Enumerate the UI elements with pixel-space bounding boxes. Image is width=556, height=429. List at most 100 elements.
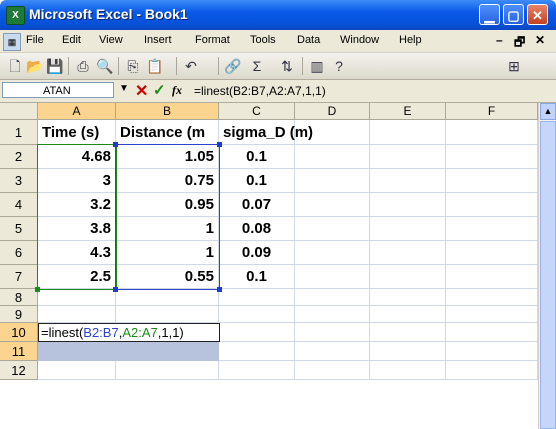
cell-d12[interactable]: [295, 361, 370, 380]
cell-c8[interactable]: [219, 289, 295, 306]
cell-d10[interactable]: [295, 323, 370, 342]
cell-c4[interactable]: 0.07: [219, 193, 295, 217]
scroll-up-icon[interactable]: ▲: [540, 103, 556, 120]
cell-d2[interactable]: [295, 145, 370, 169]
column-header-f[interactable]: F: [446, 103, 538, 120]
row-header-6[interactable]: 6: [0, 241, 38, 265]
cell-f5[interactable]: [446, 217, 538, 241]
title-bar[interactable]: X Microsoft Excel - Book1 ▁ ▢ ✕: [0, 0, 556, 30]
cell-f9[interactable]: [446, 306, 538, 323]
cell-c10[interactable]: [219, 323, 295, 342]
cell-e12[interactable]: [370, 361, 446, 380]
cell-d8[interactable]: [295, 289, 370, 306]
row-header-10[interactable]: 10: [0, 323, 38, 342]
cell-d3[interactable]: [295, 169, 370, 193]
cell-f6[interactable]: [446, 241, 538, 265]
undo-icon[interactable]: ↶: [182, 57, 200, 75]
range-handle[interactable]: [35, 287, 40, 292]
menu-window[interactable]: Window: [340, 34, 379, 46]
name-box[interactable]: ATAN: [2, 82, 114, 98]
cell-f7[interactable]: [446, 265, 538, 289]
row-header-3[interactable]: 3: [0, 169, 38, 193]
menu-insert[interactable]: Insert: [144, 34, 172, 46]
range-handle[interactable]: [217, 287, 222, 292]
cell-d4[interactable]: [295, 193, 370, 217]
print-icon[interactable]: ⎙: [74, 57, 92, 75]
cell-d1[interactable]: [295, 120, 370, 145]
row-header-7[interactable]: 7: [0, 265, 38, 289]
cell-e7[interactable]: [370, 265, 446, 289]
cell-e9[interactable]: [370, 306, 446, 323]
cell-a12[interactable]: [38, 361, 116, 380]
row-header-1[interactable]: 1: [0, 120, 38, 145]
cell-e5[interactable]: [370, 217, 446, 241]
maximize-button[interactable]: ▢: [503, 4, 524, 25]
cell-c5[interactable]: 0.08: [219, 217, 295, 241]
cell-b12[interactable]: [116, 361, 219, 380]
row-header-5[interactable]: 5: [0, 217, 38, 241]
range-handle[interactable]: [217, 142, 222, 147]
open-icon[interactable]: 📂: [26, 57, 44, 75]
range-handle[interactable]: [113, 287, 118, 292]
vertical-scrollbar[interactable]: ▲: [538, 103, 556, 429]
cell-f4[interactable]: [446, 193, 538, 217]
scrollbar-thumb[interactable]: [540, 121, 556, 429]
cell-f3[interactable]: [446, 169, 538, 193]
research-icon[interactable]: 🔍: [96, 57, 114, 75]
cell-c1[interactable]: sigma_D (m): [219, 120, 313, 145]
cell-c9[interactable]: [219, 306, 295, 323]
cell-f12[interactable]: [446, 361, 538, 380]
cell-f8[interactable]: [446, 289, 538, 306]
column-header-e[interactable]: E: [370, 103, 446, 120]
cell-b9[interactable]: [116, 306, 219, 323]
cell-e1[interactable]: [370, 120, 446, 145]
cell-c3[interactable]: 0.1: [219, 169, 295, 193]
column-header-c[interactable]: C: [219, 103, 295, 120]
excel-icon[interactable]: X: [6, 6, 25, 25]
sort-ascending-icon[interactable]: ⇅: [278, 57, 296, 75]
copy-icon[interactable]: ⎘: [124, 57, 142, 75]
close-button[interactable]: ✕: [527, 4, 548, 25]
cell-f1[interactable]: [446, 120, 538, 145]
cell-d7[interactable]: [295, 265, 370, 289]
select-all-corner[interactable]: [0, 103, 38, 120]
new-icon[interactable]: 🗋: [6, 57, 24, 75]
autosum-icon[interactable]: Σ: [248, 57, 266, 75]
cell-d6[interactable]: [295, 241, 370, 265]
cell-a1[interactable]: Time (s): [38, 120, 116, 145]
cell-f10[interactable]: [446, 323, 538, 342]
menu-data[interactable]: Data: [297, 34, 320, 46]
menu-file[interactable]: File: [26, 34, 44, 46]
cell-a8[interactable]: [38, 289, 116, 306]
row-header-8[interactable]: 8: [0, 289, 38, 306]
minimize-button[interactable]: ▁: [479, 4, 500, 25]
borders-icon[interactable]: ⊞: [505, 57, 523, 75]
cell-c7[interactable]: 0.1: [219, 265, 295, 289]
cell-e3[interactable]: [370, 169, 446, 193]
row-header-12[interactable]: 12: [0, 361, 38, 380]
menu-format[interactable]: Format: [195, 34, 230, 46]
cell-a10-editor[interactable]: =linest(B2:B7,A2:A7,1,1): [38, 323, 220, 342]
cell-e11[interactable]: [370, 342, 446, 361]
formula-input[interactable]: =linest(B2:B7,A2:A7,1,1): [194, 84, 326, 98]
cell-c6[interactable]: 0.09: [219, 241, 295, 265]
row-header-2[interactable]: 2: [0, 145, 38, 169]
cell-d11[interactable]: [295, 342, 370, 361]
help-icon[interactable]: ?: [330, 57, 348, 75]
cell-c11[interactable]: [219, 342, 295, 361]
menu-view[interactable]: View: [99, 34, 123, 46]
cell-a9[interactable]: [38, 306, 116, 323]
row-header-4[interactable]: 4: [0, 193, 38, 217]
cell-f11[interactable]: [446, 342, 538, 361]
cancel-icon[interactable]: ✕: [135, 81, 148, 101]
cell-d9[interactable]: [295, 306, 370, 323]
range-handle[interactable]: [113, 142, 118, 147]
doc-close-button[interactable]: ✕: [535, 33, 545, 47]
doc-minimize-button[interactable]: –: [496, 33, 503, 47]
row-header-9[interactable]: 9: [0, 306, 38, 323]
chart-wizard-icon[interactable]: ▥: [308, 57, 326, 75]
cell-f2[interactable]: [446, 145, 538, 169]
cell-e2[interactable]: [370, 145, 446, 169]
cell-c12[interactable]: [219, 361, 295, 380]
cell-e8[interactable]: [370, 289, 446, 306]
